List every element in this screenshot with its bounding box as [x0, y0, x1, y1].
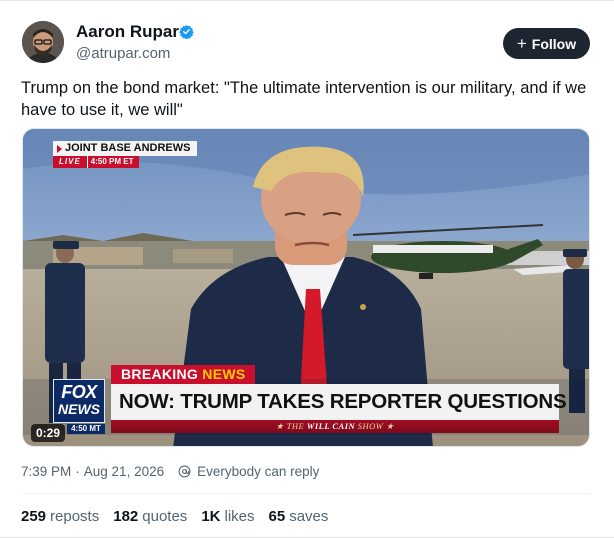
- avatar-image: [22, 21, 64, 63]
- author-name[interactable]: Aaron Rupar: [76, 22, 179, 42]
- saves-label: saves: [289, 508, 329, 525]
- show-suffix: SHOW ★: [357, 421, 395, 431]
- saves-stat[interactable]: 65 saves: [269, 508, 329, 525]
- quotes-label: quotes: [142, 508, 188, 525]
- verified-badge-icon: [179, 24, 194, 39]
- post-text: Trump on the bond market: "The ultimate …: [21, 79, 587, 119]
- live-label: LIVE: [53, 156, 87, 168]
- likes-count: 1K: [201, 508, 221, 525]
- saves-count: 65: [268, 508, 286, 525]
- meta-separator: ·: [75, 464, 80, 479]
- author-handle[interactable]: @atrupar.com: [76, 45, 170, 62]
- likes-label: likes: [224, 508, 255, 525]
- fox-news-logo: FOX NEWS: [53, 379, 105, 423]
- headline-banner: NOW: TRUMP TAKES REPORTER QUESTIONS: [111, 384, 567, 420]
- likes-stat[interactable]: 1K likes: [201, 508, 254, 525]
- triangle-icon: [57, 144, 62, 153]
- follow-label: Follow: [531, 35, 577, 52]
- reply-setting: Everybody can reply: [197, 464, 320, 479]
- post-meta: 7:39 PM · Aug 21, 2026 Everybody can rep…: [21, 464, 319, 479]
- live-tag: LIVE 4:50 PM ET: [53, 156, 140, 168]
- location-text: JOINT BASE ANDREWS: [65, 142, 191, 154]
- plus-icon: +: [516, 33, 527, 53]
- bottom-border: [0, 537, 614, 538]
- divider: [21, 493, 590, 494]
- reposts-stat[interactable]: 259 reposts: [21, 508, 99, 525]
- fox-logo-line1: FOX: [61, 382, 97, 402]
- location-tag: JOINT BASE ANDREWS: [53, 141, 197, 156]
- at-circle-icon: [178, 465, 191, 478]
- engagement-stats: 259 reposts 182 quotes 1K likes 65 saves: [21, 508, 328, 525]
- quotes-stat[interactable]: 182 quotes: [113, 508, 187, 525]
- live-time: 4:50 PM ET: [86, 156, 140, 168]
- post-date[interactable]: Aug 21, 2026: [84, 464, 164, 479]
- show-name: WILL CAIN: [306, 421, 356, 431]
- reposts-label: reposts: [50, 508, 100, 525]
- follow-button[interactable]: + Follow: [503, 28, 590, 59]
- breaking-suffix: NEWS: [202, 366, 246, 382]
- breaking-prefix: BREAKING: [121, 366, 199, 382]
- reposts-count: 259: [21, 508, 47, 525]
- network-clock: 4:50 MT: [67, 424, 105, 434]
- post-time[interactable]: 7:39 PM: [21, 464, 71, 479]
- video-duration-badge: 0:29: [31, 424, 66, 442]
- show-name-bar: ★ THE WILL CAIN SHOW ★: [111, 420, 559, 433]
- avatar[interactable]: [22, 21, 64, 63]
- breaking-news-banner: BREAKING NEWS: [111, 365, 256, 384]
- fox-logo-line2: NEWS: [58, 401, 100, 417]
- quotes-count: 182: [113, 508, 139, 525]
- video-player[interactable]: JOINT BASE ANDREWS LIVE 4:50 PM ET BREAK…: [22, 128, 590, 447]
- show-prefix: ★ THE: [275, 421, 305, 431]
- post-card: Aaron Rupar @atrupar.com + Follow Trump …: [0, 0, 614, 539]
